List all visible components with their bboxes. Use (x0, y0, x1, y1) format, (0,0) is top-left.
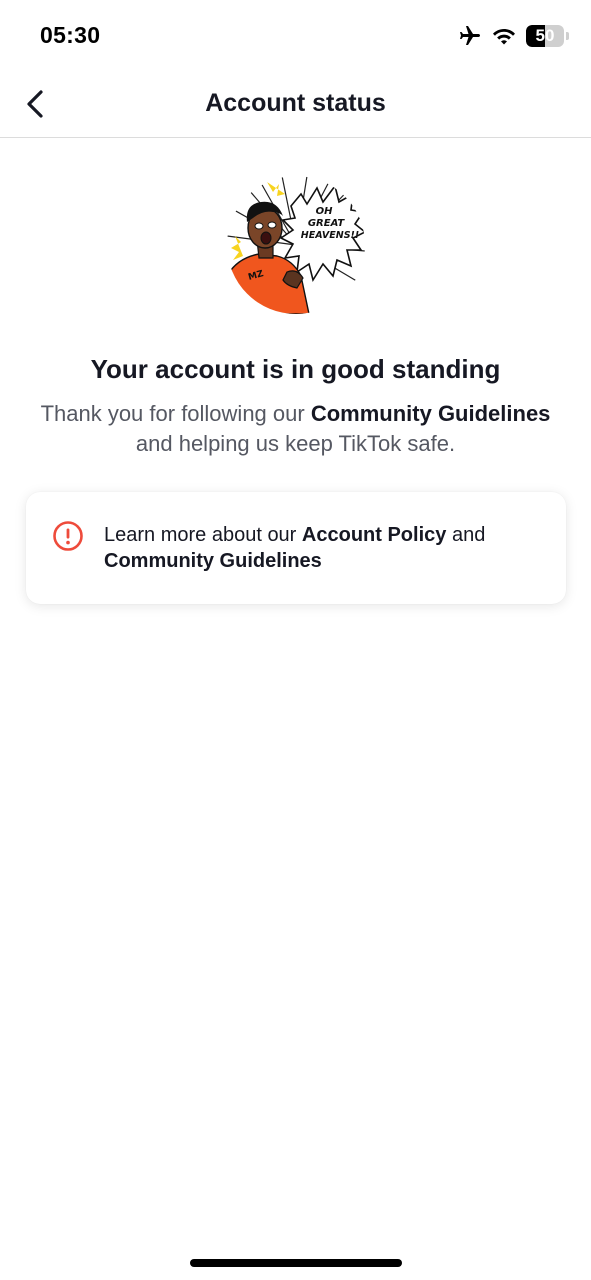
account-policy-link[interactable]: Account Policy (302, 524, 446, 546)
learn-more-text: Learn more about our Account Policy and … (104, 522, 526, 574)
status-headline: Your account is in good standing (90, 354, 501, 384)
status-bar: 05:30 50 (0, 0, 591, 72)
battery-level: 50 (535, 26, 555, 45)
battery-icon: 50 (526, 25, 564, 47)
bubble-line-1: OH (316, 206, 334, 217)
info-text-1: Learn more about our (104, 524, 302, 546)
learn-more-card[interactable]: Learn more about our Account Policy and … (26, 492, 566, 604)
home-indicator[interactable] (190, 1259, 402, 1267)
page-title: Account status (205, 89, 386, 117)
community-guidelines-text: Community Guidelines (310, 401, 551, 426)
bubble-line-3: HEAVENS!! (301, 230, 359, 241)
status-illustration: OH GREAT HEAVENS!! MZ (227, 176, 365, 314)
status-time: 05:30 (40, 22, 101, 48)
nav-bar: Account status (0, 72, 591, 138)
community-guidelines-link[interactable]: Community Guidelines (104, 550, 322, 572)
message-text-1: Thank you for following our (40, 401, 311, 426)
account-status-screen: 05:30 50 Account status OH GREAT HEAVENS… (0, 0, 591, 1280)
status-icons: 50 (458, 24, 569, 48)
alert-circle-icon (53, 521, 83, 551)
message-text-2: and helping us keep TikTok safe. (135, 431, 456, 456)
airplane-icon (460, 26, 480, 45)
info-text-2: and (446, 524, 486, 546)
battery-cap (566, 32, 569, 40)
status-message: Thank you for following our Community Gu… (40, 399, 551, 459)
wifi-icon (493, 29, 515, 45)
bubble-line-2: GREAT (308, 218, 346, 229)
comic-character-illustration: OH GREAT HEAVENS!! MZ (227, 176, 365, 314)
